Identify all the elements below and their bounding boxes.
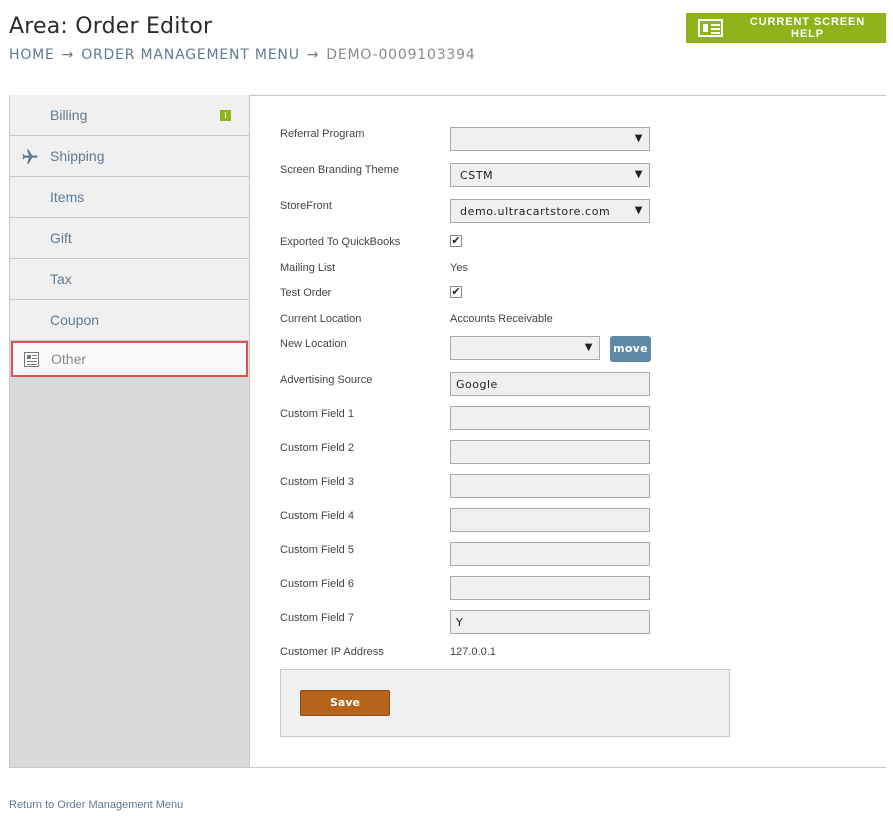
sidebar: Billing i Shipping Items Gift Tax Coupon… [9,95,250,768]
custom-field-1-label: Custom Field 1 [280,408,354,420]
custom-field-6-input[interactable] [450,576,650,600]
custom-field-2-label: Custom Field 2 [280,442,354,454]
sidebar-item-billing[interactable]: Billing i [10,95,249,136]
custom-field-2-input[interactable] [450,440,650,464]
custom-field-4-label: Custom Field 4 [280,510,354,522]
chevron-down-icon: ▼ [634,133,643,144]
document-icon [24,352,39,367]
new-location-label: New Location [280,338,347,350]
advertising-source-input[interactable]: Google [450,372,650,396]
mailing-list-label: Mailing List [280,262,336,274]
return-to-order-management-link[interactable]: Return to Order Management Menu [9,799,183,811]
breadcrumb-arrow-icon: → [306,47,320,63]
save-button[interactable]: Save [300,690,390,716]
storefront-label: StoreFront [280,200,332,212]
custom-field-6-label: Custom Field 6 [280,578,354,590]
exported-quickbooks-label: Exported To QuickBooks [280,236,401,248]
help-screen-icon [698,19,723,37]
advertising-source-label: Advertising Source [280,374,373,386]
bottom-divider [9,767,886,768]
referral-program-select[interactable]: ▼ [450,127,650,151]
custom-field-1-input[interactable] [450,406,650,430]
sidebar-item-label: Items [50,189,85,205]
mailing-list-value: Yes [450,262,468,274]
save-panel: Save [280,669,730,737]
breadcrumb-current: DEMO-0009103394 [326,47,476,63]
sidebar-item-label: Other [51,351,87,367]
referral-program-label: Referral Program [280,128,365,140]
custom-field-3-input[interactable] [450,474,650,498]
page-title: Area: Order Editor [9,14,213,39]
test-order-label: Test Order [280,287,332,299]
sidebar-item-label: Coupon [50,312,100,328]
custom-field-4-input[interactable] [450,508,650,532]
branding-theme-select[interactable]: CSTM ▼ [450,163,650,187]
sidebar-item-label: Shipping [50,148,105,164]
breadcrumb-arrow-icon: → [61,47,75,63]
exported-quickbooks-checkbox[interactable]: ✔ [450,235,462,247]
branding-theme-label: Screen Branding Theme [280,164,400,176]
custom-field-7-input[interactable]: Y [450,610,650,634]
sidebar-item-label: Tax [50,271,72,287]
chevron-down-icon: ▼ [634,205,643,216]
breadcrumb-home-link[interactable]: HOME [9,47,55,63]
move-button[interactable]: move [610,336,651,362]
help-button-label: CURRENT SCREEN HELP [749,16,866,40]
breadcrumb: HOME → ORDER MANAGEMENT MENU → DEMO-00091033… [9,47,476,63]
sidebar-item-gift[interactable]: Gift [10,218,249,259]
custom-field-5-label: Custom Field 5 [280,544,354,556]
branding-theme-value: CSTM [460,169,494,182]
chevron-down-icon: ▼ [584,342,593,353]
sidebar-item-items[interactable]: Items [10,177,249,218]
sidebar-item-coupon[interactable]: Coupon [10,300,249,341]
new-location-select[interactable]: ▼ [450,336,600,360]
sidebar-item-shipping[interactable]: Shipping [10,136,249,177]
airplane-icon [22,149,38,164]
sidebar-item-label: Gift [50,230,72,246]
test-order-checkbox[interactable]: ✔ [450,286,462,298]
current-screen-help-button[interactable]: CURRENT SCREEN HELP [686,13,886,43]
current-location-value: Accounts Receivable [450,313,553,325]
storefront-value: demo.ultracartstore.com [460,205,611,218]
sidebar-item-other[interactable]: Other [11,341,248,377]
sidebar-item-tax[interactable]: Tax [10,259,249,300]
custom-field-3-label: Custom Field 3 [280,476,354,488]
custom-field-7-label: Custom Field 7 [280,612,354,624]
customer-ip-label: Customer IP Address [280,646,384,658]
storefront-select[interactable]: demo.ultracartstore.com ▼ [450,199,650,223]
breadcrumb-order-management-link[interactable]: ORDER MANAGEMENT MENU [81,47,300,63]
current-location-label: Current Location [280,313,362,325]
chevron-down-icon: ▼ [634,169,643,180]
custom-field-5-input[interactable] [450,542,650,566]
info-badge-icon: i [220,109,231,121]
sidebar-item-label: Billing [50,107,88,123]
customer-ip-value: 127.0.0.1 [450,646,496,658]
